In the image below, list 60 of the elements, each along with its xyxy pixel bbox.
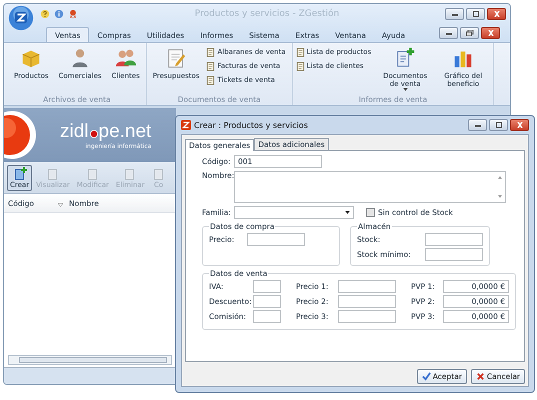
input-field[interactable] <box>234 171 506 203</box>
award-icon[interactable] <box>68 9 78 19</box>
close-icon <box>486 30 496 36</box>
maximize-button[interactable] <box>466 8 485 20</box>
input-field[interactable] <box>253 310 281 323</box>
input-field[interactable] <box>338 295 396 308</box>
document-icon <box>86 166 100 180</box>
down-arrow-icon <box>498 195 502 198</box>
logo-text: pe.net <box>98 120 152 142</box>
document-icon <box>206 48 216 56</box>
caret-icon <box>345 211 350 214</box>
input-field[interactable] <box>253 280 281 293</box>
document-plus-icon <box>394 47 416 69</box>
info-icon[interactable] <box>54 9 64 19</box>
scrollbar[interactable] <box>8 355 172 365</box>
dropdown[interactable] <box>234 206 354 219</box>
input-field[interactable] <box>425 248 483 261</box>
document-icon <box>296 62 305 70</box>
caret-icon <box>402 88 408 91</box>
minimize-button[interactable] <box>445 8 464 20</box>
input-field[interactable] <box>338 280 396 293</box>
app-logo-icon <box>181 120 191 130</box>
minimize-icon <box>450 11 460 17</box>
minimize-icon <box>444 30 454 36</box>
help-icon[interactable] <box>40 9 50 19</box>
close-button[interactable] <box>487 8 506 20</box>
dot-icon <box>90 130 98 138</box>
up-arrow-icon <box>498 176 502 179</box>
input-field[interactable] <box>338 310 396 323</box>
input-field[interactable] <box>253 295 281 308</box>
maximize-icon <box>494 122 504 128</box>
input-field[interactable] <box>425 233 483 246</box>
document-icon <box>12 166 27 180</box>
close-button[interactable] <box>510 119 529 131</box>
dialog-title: Crear : Productos y servicios <box>194 120 308 130</box>
maximize-button[interactable] <box>489 119 508 131</box>
minimize-button[interactable] <box>439 27 458 39</box>
input-field[interactable] <box>247 233 305 246</box>
logo-text: zidl <box>60 120 89 142</box>
minimize-icon <box>472 122 482 128</box>
notepad-icon <box>165 47 188 69</box>
checkbox[interactable] <box>366 208 375 217</box>
cross-icon <box>476 372 485 381</box>
restore-icon <box>464 30 474 36</box>
close-button[interactable] <box>481 27 500 39</box>
document-icon <box>206 62 216 70</box>
minimize-button[interactable] <box>468 119 487 131</box>
close-icon <box>514 122 524 128</box>
document-icon <box>152 166 166 180</box>
restore-button[interactable] <box>460 27 479 39</box>
document-icon <box>206 76 216 84</box>
close-icon <box>492 11 502 17</box>
sort-icon <box>58 203 64 207</box>
document-icon <box>296 48 305 56</box>
check-icon <box>422 372 431 381</box>
window-title: Productos y servicios - ZGestión <box>194 9 340 19</box>
document-icon <box>46 166 60 180</box>
maximize-icon <box>470 11 480 17</box>
people-icon <box>114 47 137 69</box>
app-logo-icon[interactable] <box>8 5 34 31</box>
